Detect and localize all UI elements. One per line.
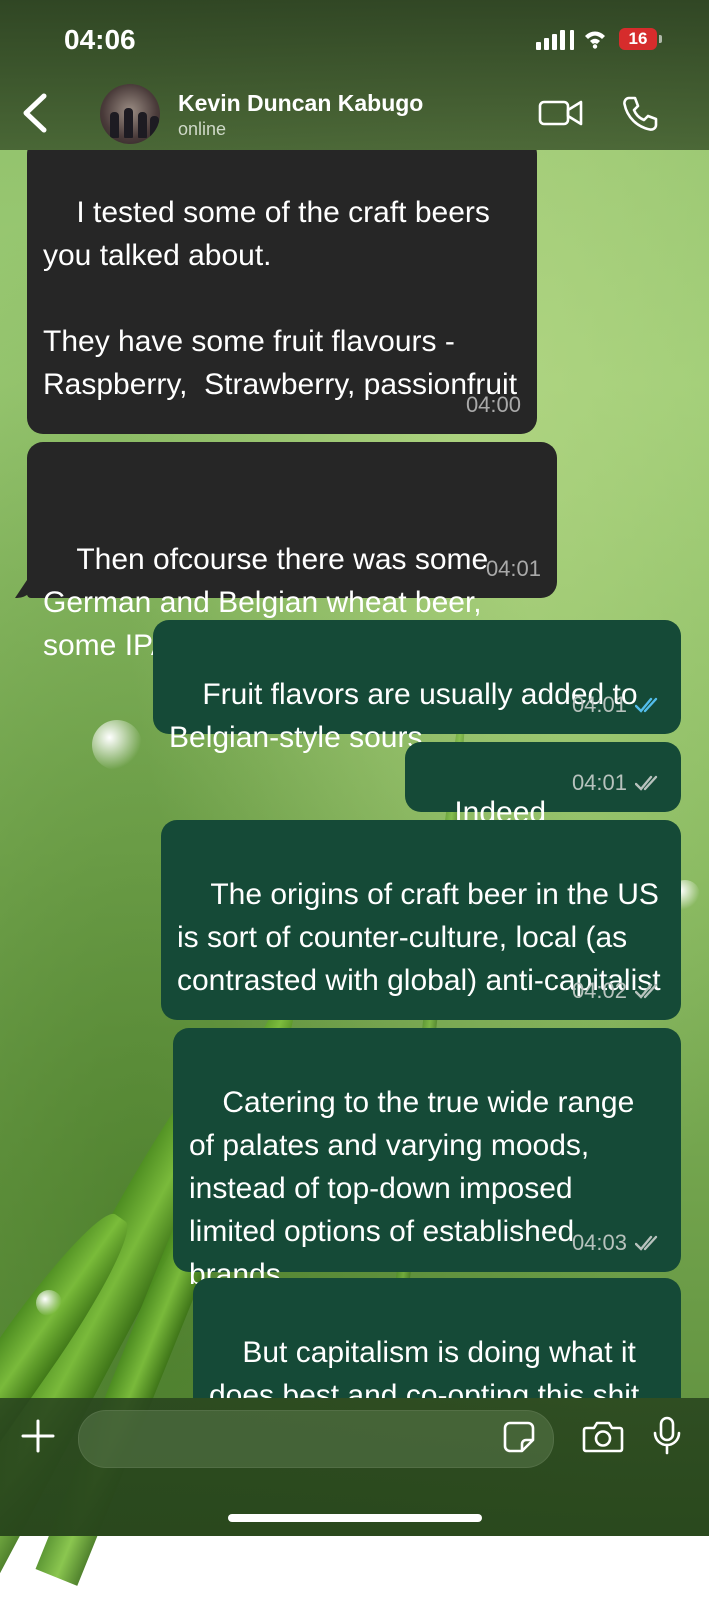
message-meta: 04:01	[572, 761, 665, 804]
status-bar: 04:06 16	[0, 0, 709, 80]
chat-header: 04:06 16 Kevin Duncan Kabugo online	[0, 0, 709, 150]
delivered-receipt-icon	[635, 1235, 658, 1251]
message-bubble-incoming[interactable]: I tested some of the craft beers you tal…	[27, 150, 537, 434]
message-text: I tested some of the craft beers you tal…	[43, 196, 518, 401]
battery-indicator: 16	[619, 28, 662, 50]
bubble-tail	[15, 580, 35, 598]
message-time: 04:03	[571, 1230, 627, 1255]
contact-status: online	[178, 119, 227, 139]
video-call-icon[interactable]	[538, 96, 584, 130]
message-meta: 04:03	[572, 1221, 665, 1264]
wifi-icon	[585, 31, 605, 49]
delivered-receipt-icon	[635, 775, 658, 791]
message-bubble-outgoing[interactable]: Fruit flavors are usually added to Belgi…	[153, 620, 681, 754]
cellular-signal-icon	[536, 30, 574, 50]
message-time: 04:01	[571, 692, 627, 717]
status-time: 04:06	[64, 24, 136, 55]
contact-bar: Kevin Duncan Kabugo online	[0, 80, 709, 148]
message-meta: 04:01	[572, 683, 665, 726]
message-meta: 04:01	[486, 547, 541, 590]
home-indicator[interactable]	[228, 1514, 482, 1522]
contact-name[interactable]: Kevin Duncan Kabugo	[178, 90, 423, 117]
message-time: 04:01	[571, 770, 627, 795]
message-bubble-outgoing[interactable]: But capitalism is doing what it does bes…	[193, 1278, 681, 1398]
message-bubble-outgoing[interactable]: Indeed 04:01	[405, 742, 681, 829]
microphone-icon[interactable]	[652, 1416, 682, 1456]
camera-icon[interactable]	[582, 1418, 624, 1454]
back-chevron-icon[interactable]	[18, 88, 58, 138]
message-bubble-outgoing[interactable]: Catering to the true wide range of palat…	[173, 1028, 681, 1291]
contact-avatar[interactable]	[100, 84, 160, 144]
message-input[interactable]	[78, 1410, 554, 1468]
read-receipt-icon	[635, 697, 658, 713]
plus-icon[interactable]	[20, 1418, 56, 1454]
message-time: 04:01	[485, 556, 541, 581]
message-time: 04:00	[465, 392, 521, 417]
message-list[interactable]: I tested some of the craft beers you tal…	[0, 150, 709, 1398]
message-meta: 04:02	[572, 969, 665, 1012]
voice-call-icon[interactable]	[620, 94, 660, 134]
sticker-icon[interactable]	[502, 1420, 536, 1454]
message-time: 04:02	[571, 978, 627, 1003]
delivered-receipt-icon	[635, 983, 658, 999]
message-text: But capitalism is doing what it does bes…	[209, 1336, 640, 1398]
message-bubble-outgoing[interactable]: The origins of craft beer in the US is s…	[161, 820, 681, 1020]
message-bubble-incoming[interactable]: Then ofcourse there was some German and …	[15, 442, 557, 662]
message-meta: 04:00	[466, 383, 521, 426]
